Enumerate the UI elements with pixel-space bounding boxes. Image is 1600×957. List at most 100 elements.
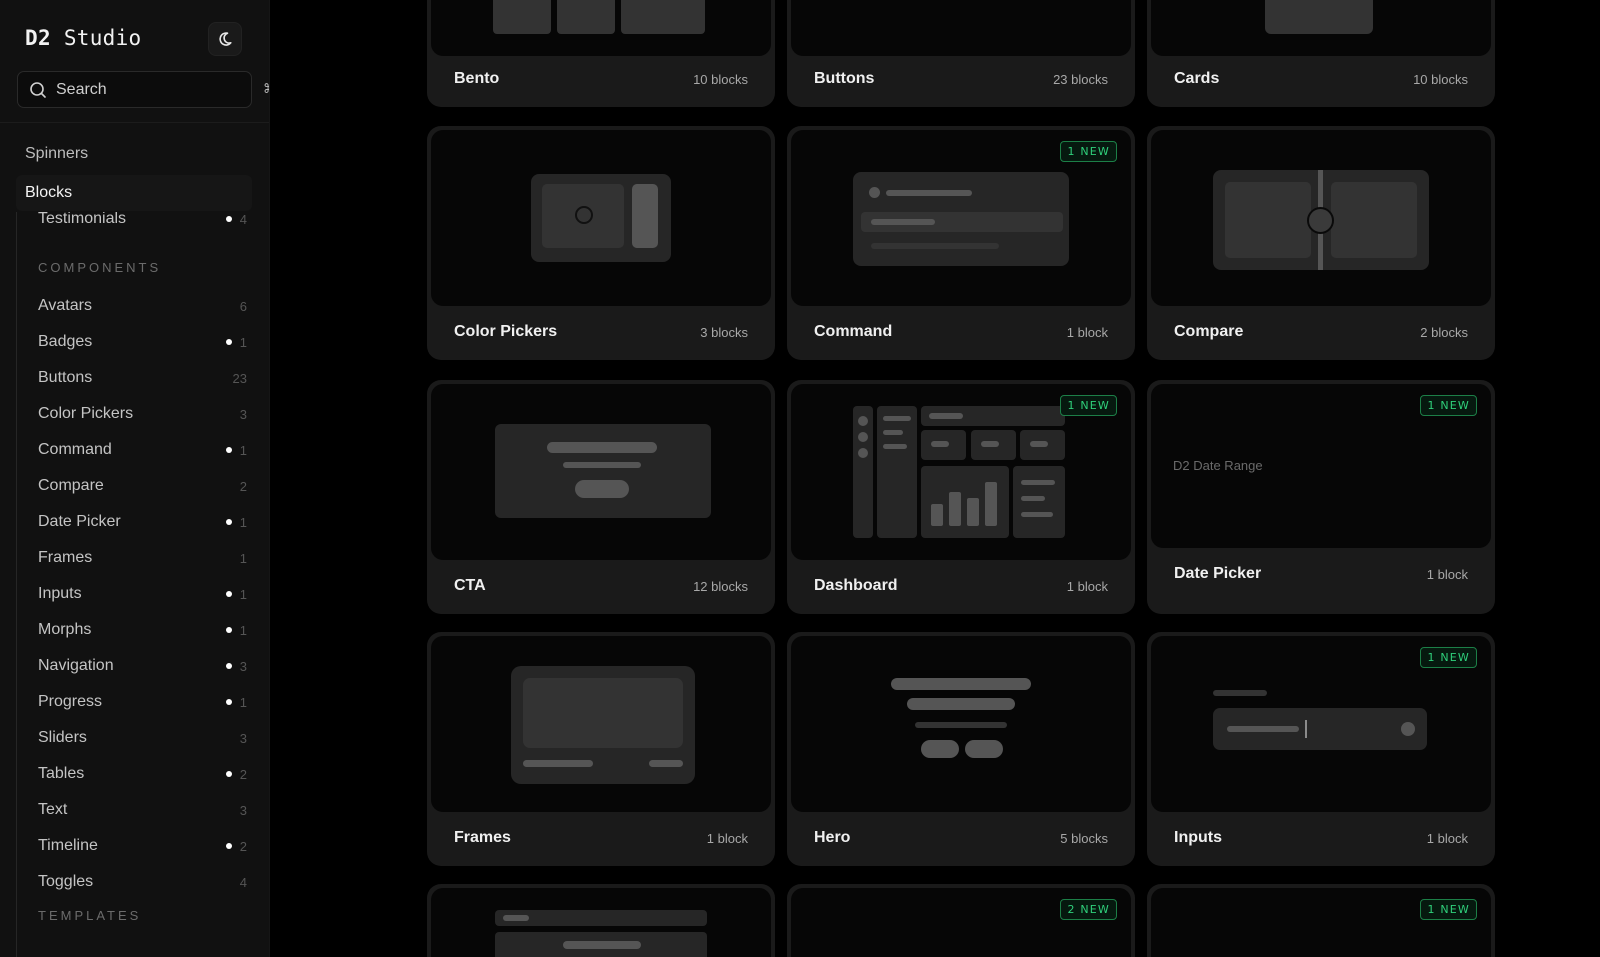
new-dot-icon — [225, 627, 232, 633]
sidebar-item-label: Timeline — [38, 837, 98, 854]
card-command[interactable]: 1 NEW Command 1 block — [787, 126, 1135, 360]
new-dot-icon — [225, 447, 232, 453]
sidebar-item-timeline[interactable]: Timeline 2 — [17, 831, 247, 861]
card-dashboard[interactable]: 1 NEW Dashboard 1 block — [787, 380, 1135, 614]
card-buttons[interactable]: Buttons 23 blocks — [787, 0, 1135, 107]
sidebar-item-date-picker[interactable]: Date Picker 1 — [17, 507, 247, 537]
card-preview — [1151, 130, 1491, 306]
sidebar-item-count: 3 — [239, 406, 247, 422]
sidebar-item-color-pickers[interactable]: Color Pickers 3 — [17, 399, 247, 429]
sidebar-item-label: Testimonials — [38, 212, 127, 227]
sidebar-item-avatars[interactable]: Avatars 6 — [17, 291, 247, 321]
search-input[interactable] — [47, 72, 263, 107]
sidebar-item-label: Progress — [38, 693, 103, 710]
sidebar-item-count: 1 — [225, 443, 247, 458]
new-badge: 1 NEW — [1060, 395, 1117, 416]
new-badge: 2 NEW — [1060, 899, 1117, 920]
card-preview — [431, 636, 771, 812]
sidebar-item-badges[interactable]: Badges 1 — [17, 327, 247, 357]
card-preview — [1151, 0, 1491, 56]
new-dot-icon — [225, 843, 232, 849]
search-shortcut: ⌘K — [263, 82, 269, 97]
nav-item-spinners[interactable]: Spinners — [25, 145, 88, 163]
card-cards[interactable]: Cards 10 blocks — [1147, 0, 1495, 107]
nav-item-blocks[interactable]: Blocks — [25, 184, 72, 202]
new-dot-icon — [225, 339, 232, 345]
sidebar-item-inputs[interactable]: Inputs 1 — [17, 579, 247, 609]
card-preview — [431, 888, 771, 957]
sidebar-item-count: 1 — [225, 695, 247, 710]
sidebar-item-progress[interactable]: Progress 1 — [17, 687, 247, 717]
card-date-picker[interactable]: D2 Date Range 1 NEW Date Picker 1 block — [1147, 380, 1495, 614]
card-compare[interactable]: Compare 2 blocks — [1147, 126, 1495, 360]
card-color-pickers[interactable]: Color Pickers 3 blocks — [427, 126, 775, 360]
sidebar-item-label: Command — [38, 441, 112, 458]
sidebar-item-label: Morphs — [38, 621, 92, 638]
sidebar-item-label: Text — [38, 801, 68, 818]
new-dot-icon — [225, 519, 232, 525]
section-header-components: COMPONENTS — [38, 260, 162, 275]
card-title: Cards — [1174, 70, 1220, 87]
sidebar-divider — [0, 122, 269, 123]
card-title: CTA — [454, 577, 486, 594]
new-badge: 1 NEW — [1420, 395, 1477, 416]
sidebar-item-count: 1 — [225, 623, 247, 638]
sidebar-item-count: 2 — [225, 839, 247, 854]
sidebar-item-sliders[interactable]: Sliders 3 — [17, 723, 247, 753]
sidebar-item-label: Toggles — [38, 873, 94, 890]
sidebar-item-count: 2 — [225, 767, 247, 782]
sidebar-item-label: Avatars — [38, 297, 92, 314]
sidebar-item-tables[interactable]: Tables 2 — [17, 759, 247, 789]
search-icon — [29, 81, 47, 99]
sidebar-item-count: 1 — [225, 515, 247, 530]
text-cursor-icon — [1305, 720, 1307, 738]
sidebar-item-testimonials[interactable]: Testimonials 4 — [17, 212, 247, 234]
new-badge: 1 NEW — [1420, 899, 1477, 920]
sidebar: D2 Studio ⌘K Spinners Blocks — [0, 0, 270, 957]
search-bar[interactable]: ⌘K — [17, 71, 269, 108]
sidebar-item-label: Inputs — [38, 585, 82, 602]
app-root: D2 Studio ⌘K Spinners Blocks — [0, 0, 1600, 957]
brand-prefix: D2 — [25, 26, 51, 50]
card-preview — [431, 0, 771, 56]
card-partial-a[interactable] — [427, 884, 775, 957]
card-count: 1 block — [1426, 567, 1468, 582]
theme-toggle-button[interactable] — [208, 22, 242, 56]
card-partial-c[interactable]: 1 NEW — [1147, 884, 1495, 957]
sidebar-item-text[interactable]: Text 3 — [17, 795, 247, 825]
sidebar-item-navigation[interactable]: Navigation 3 — [17, 651, 247, 681]
new-dot-icon — [225, 216, 232, 222]
sidebar-item-toggles[interactable]: Toggles 4 — [17, 867, 247, 897]
card-preview — [431, 130, 771, 306]
card-title: Date Picker — [1174, 565, 1262, 582]
blocks-subtree: Testimonials 4 COMPONENTS Avatars 6 Badges… — [16, 212, 256, 957]
card-hero[interactable]: Hero 5 blocks — [787, 632, 1135, 866]
card-preview — [791, 0, 1131, 56]
sidebar-item-morphs[interactable]: Morphs 1 — [17, 615, 247, 645]
section-header-templates: TEMPLATES — [38, 908, 142, 923]
new-dot-icon — [225, 699, 232, 705]
card-inputs[interactable]: 1 NEW Inputs 1 block — [1147, 632, 1495, 866]
sidebar-item-label: Buttons — [38, 369, 93, 386]
sidebar-item-command[interactable]: Command 1 — [17, 435, 247, 465]
brand-logo[interactable]: D2 Studio — [25, 26, 142, 50]
card-title: Command — [814, 323, 893, 340]
moon-icon — [219, 32, 232, 46]
card-frames[interactable]: Frames 1 block — [427, 632, 775, 866]
card-count: 2 blocks — [1420, 325, 1468, 340]
card-title: Inputs — [1174, 829, 1222, 846]
sidebar-item-count: 3 — [225, 659, 247, 674]
card-title: Hero — [814, 829, 851, 846]
sidebar-item-buttons[interactable]: Buttons 23 — [17, 363, 247, 393]
card-count: 1 block — [1426, 831, 1468, 846]
card-partial-b[interactable]: 2 NEW — [787, 884, 1135, 957]
card-cta[interactable]: CTA 12 blocks — [427, 380, 775, 614]
brand-row: D2 Studio — [0, 22, 269, 56]
sidebar-item-label: Color Pickers — [38, 405, 134, 422]
card-bento[interactable]: Bento 10 blocks — [427, 0, 775, 107]
new-badge: 1 NEW — [1420, 647, 1477, 668]
card-preview — [791, 636, 1131, 812]
sidebar-item-compare[interactable]: Compare 2 — [17, 471, 247, 501]
sidebar-item-label: Compare — [38, 477, 104, 494]
sidebar-item-frames[interactable]: Frames 1 — [17, 543, 247, 573]
